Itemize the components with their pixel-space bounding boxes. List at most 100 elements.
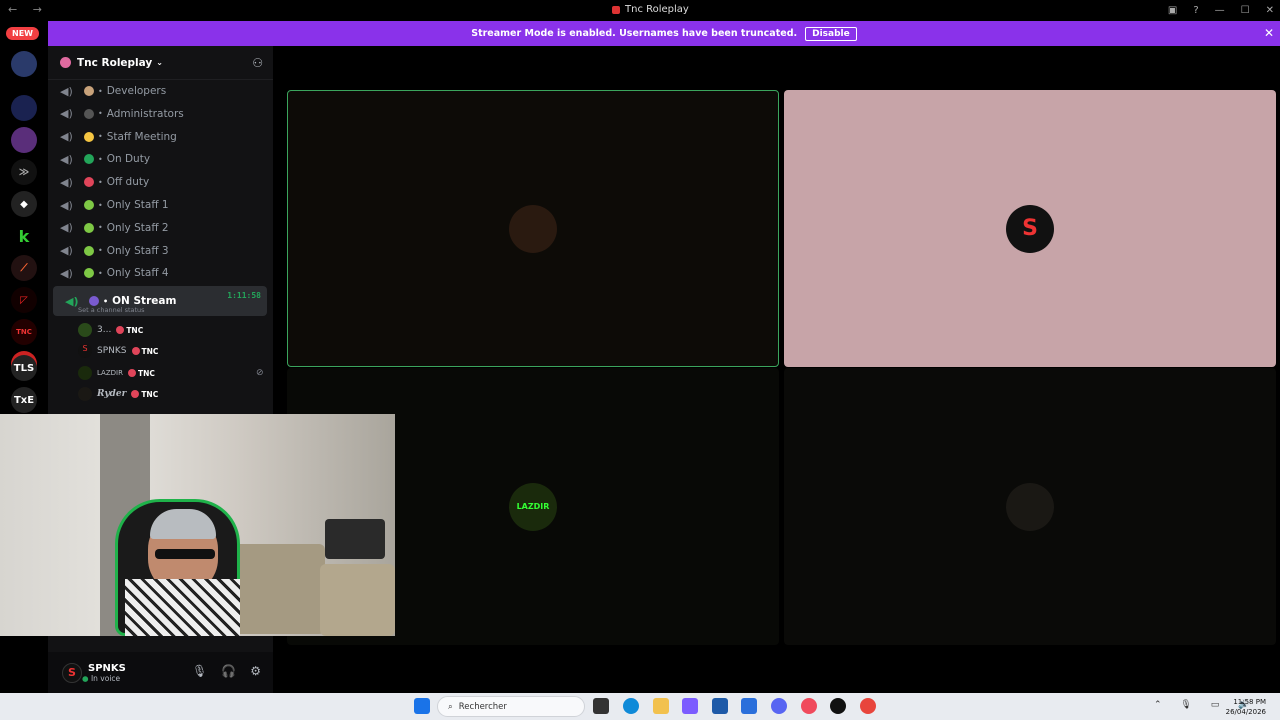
close-icon[interactable]: ✕ — [1264, 26, 1274, 40]
banner-text: Streamer Mode is enabled. Usernames have… — [471, 28, 798, 39]
channel-emoji-icon — [89, 296, 99, 306]
channel-timer: 1:11:58 — [227, 291, 261, 300]
channel-item[interactable]: ◀) • Only Staff 3 — [48, 240, 273, 262]
store-icon[interactable] — [712, 698, 728, 714]
server-icon[interactable]: ◸ — [11, 287, 37, 313]
windows-start-icon[interactable] — [414, 698, 430, 714]
avatar: S — [1006, 204, 1054, 253]
channel-name: Staff Meeting — [106, 130, 177, 143]
member-item[interactable]: LAZDIR TNC ⊘ — [78, 363, 264, 383]
server-icon[interactable]: ≫ — [11, 159, 37, 185]
channel-emoji-icon — [84, 154, 94, 165]
participant-tile[interactable] — [287, 90, 779, 367]
server-icon[interactable]: ◆ — [11, 191, 37, 217]
channel-item[interactable]: ◀) • Developers — [48, 80, 273, 102]
nav-arrows-icon[interactable]: ← → — [8, 3, 48, 16]
server-icon[interactable]: ⟋ — [11, 255, 37, 281]
channel-emoji-icon — [84, 222, 94, 233]
channel-name: On Duty — [106, 153, 151, 166]
avatar: S — [78, 344, 92, 358]
speaker-icon: ◀) — [60, 175, 73, 189]
streamer-mode-banner: Streamer Mode is enabled. Usernames have… — [48, 21, 1280, 46]
channel-on-stream[interactable]: ◀) • ON Stream 1:11:58 Set a channel sta… — [53, 286, 267, 316]
channel-emoji-icon — [84, 108, 94, 119]
search-box[interactable]: ⌕ Rechercher — [437, 696, 585, 717]
avatar[interactable]: S — [62, 662, 82, 683]
channel-item[interactable]: ◀) • Only Staff 4 — [48, 262, 273, 284]
speaker-icon: ◀) — [60, 266, 73, 280]
channel-name: Only Staff 4 — [106, 267, 169, 280]
help-icon[interactable]: ? — [1193, 5, 1198, 16]
copilot-icon[interactable] — [682, 698, 698, 714]
member-item[interactable]: S SPNKS TNC — [78, 341, 158, 361]
channel-emoji-icon — [84, 245, 94, 256]
participant-tile[interactable]: S — [784, 90, 1276, 367]
channel-item[interactable]: ◀) • Staff Meeting — [48, 126, 273, 148]
channel-item[interactable]: ◀) • On Duty — [48, 148, 273, 170]
maximize-button[interactable]: ☐ — [1241, 5, 1250, 16]
close-button[interactable]: ✕ — [1266, 5, 1274, 16]
speaker-icon: ◀) — [60, 198, 73, 212]
muted-icon: ⊘ — [256, 368, 264, 378]
channel-emoji-icon — [84, 268, 94, 279]
server-icon[interactable]: TNC — [11, 319, 37, 345]
channel-name: Only Staff 1 — [106, 199, 169, 211]
chrome-icon[interactable] — [860, 698, 876, 714]
guild-name: Tnc Roleplay — [77, 56, 153, 69]
channel-emoji-icon — [84, 177, 94, 188]
avatar — [1006, 482, 1054, 531]
channel-name: Only Staff 3 — [106, 244, 169, 257]
guild-icon — [60, 57, 71, 68]
outlook-icon[interactable] — [741, 698, 757, 714]
file-explorer-icon[interactable] — [653, 698, 669, 714]
channel-item[interactable]: ◀) • Administrators — [48, 103, 273, 125]
chevron-down-icon: ⌄ — [156, 58, 163, 67]
server-txe[interactable]: TxE — [11, 387, 37, 413]
new-badge: NEW — [6, 27, 39, 40]
speaker-icon: ◀) — [60, 221, 73, 235]
settings-icon[interactable]: ⚙ — [250, 664, 261, 678]
server-tls[interactable]: TLS — [11, 355, 37, 381]
channel-name: Administrators — [106, 107, 184, 120]
headphones-icon[interactable]: 🎧 — [221, 664, 236, 678]
channel-emoji-icon — [84, 131, 94, 142]
server-icon[interactable] — [11, 51, 37, 77]
guild-header[interactable]: Tnc Roleplay ⌄ ⚇ — [48, 46, 273, 80]
user-name: SPNKS — [88, 662, 126, 674]
add-member-icon[interactable]: ⚇ — [252, 56, 263, 70]
server-icon[interactable] — [11, 95, 37, 121]
avatar — [78, 387, 92, 401]
channel-name: Off duty — [106, 176, 150, 189]
user-controls: 🎙 🎧 ⚙ — [192, 664, 261, 678]
taskbar: ⌕ Rechercher ⌃ 🎙 ▭ 🔊 11:58 PM 26/04/2026 — [0, 693, 1280, 720]
channel-name: Developers — [106, 85, 167, 97]
title-bar: ← → Tnc Roleplay ▣ ? — ☐ ✕ — [0, 0, 1280, 21]
participant-tile[interactable] — [784, 368, 1276, 645]
opera-icon[interactable] — [801, 698, 817, 714]
member-item[interactable]: 3... TNC — [78, 320, 143, 340]
speaker-icon: ◀) — [60, 107, 73, 121]
channel-item[interactable]: ◀) • Only Staff 1 — [48, 194, 273, 216]
obs-icon[interactable] — [830, 698, 846, 714]
minimize-button[interactable]: — — [1215, 5, 1225, 16]
channel-item[interactable]: ◀) • Only Staff 2 — [48, 217, 273, 239]
task-view-icon[interactable] — [593, 698, 609, 714]
disable-button[interactable]: Disable — [805, 26, 857, 41]
window-title: Tnc Roleplay — [612, 4, 689, 15]
discord-icon[interactable] — [771, 698, 787, 714]
channel-status-hint[interactable]: Set a channel status — [78, 306, 145, 314]
speaker-icon: ◀) — [65, 294, 79, 308]
member-item[interactable]: Ryder TNC — [78, 384, 158, 404]
channel-item[interactable]: ◀) • Off duty — [48, 171, 273, 193]
avatar — [509, 204, 557, 253]
clock[interactable]: 11:58 PM 26/04/2026 — [1226, 697, 1266, 717]
server-icon[interactable]: k — [11, 223, 37, 249]
speaker-icon: ◀) — [60, 84, 73, 98]
speaker-icon: ◀) — [60, 152, 73, 166]
app-icon — [612, 5, 620, 14]
inbox-icon[interactable]: ▣ — [1168, 5, 1177, 16]
server-icon[interactable] — [11, 127, 37, 153]
user-status: ● In voice — [82, 673, 121, 683]
edge-icon[interactable] — [623, 698, 639, 714]
microphone-icon[interactable]: 🎙 — [192, 664, 207, 678]
